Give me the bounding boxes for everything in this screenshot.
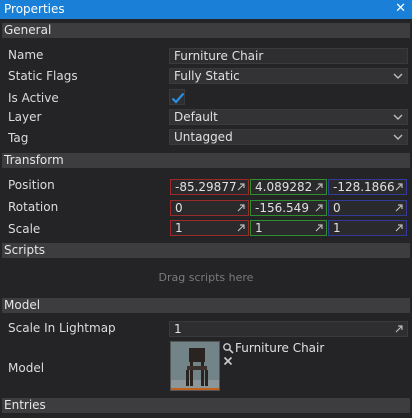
tag-value: Untagged bbox=[174, 130, 233, 144]
name-field[interactable]: Furniture Chair bbox=[169, 48, 408, 64]
static-flags-value: Fully Static bbox=[174, 69, 240, 83]
scale-z-field[interactable]: 1 bbox=[328, 220, 407, 236]
static-flags-label: Static Flags bbox=[8, 69, 78, 83]
scale-x-field[interactable]: 1 bbox=[170, 220, 249, 236]
layer-value: Default bbox=[174, 110, 218, 124]
slide-arrow-icon[interactable] bbox=[394, 182, 404, 192]
slide-arrow-icon[interactable] bbox=[236, 203, 246, 213]
is-active-label: Is Active bbox=[8, 91, 59, 105]
position-y-field[interactable]: 4.089282 bbox=[250, 179, 327, 195]
chevron-down-icon bbox=[393, 114, 403, 120]
slide-arrow-icon[interactable] bbox=[236, 182, 246, 192]
is-active-checkbox[interactable] bbox=[169, 89, 185, 105]
chair-thumbnail-image bbox=[171, 342, 219, 390]
rotation-y-value: -156.549 bbox=[255, 201, 309, 215]
layer-label: Layer bbox=[8, 110, 42, 124]
section-header-entries[interactable]: Entries bbox=[2, 398, 410, 413]
scale-y-value: 1 bbox=[255, 221, 263, 235]
scale-y-field[interactable]: 1 bbox=[250, 220, 327, 236]
scale-in-lightmap-field[interactable]: 1 bbox=[169, 321, 408, 337]
slide-arrow-icon[interactable] bbox=[314, 182, 324, 192]
position-label: Position bbox=[8, 178, 55, 192]
slide-arrow-icon[interactable] bbox=[394, 223, 404, 233]
scale-z-value: 1 bbox=[333, 221, 341, 235]
window-titlebar: Properties ✕ bbox=[0, 0, 412, 19]
slide-arrow-icon[interactable] bbox=[314, 223, 324, 233]
rotation-x-field[interactable]: 0 bbox=[170, 200, 249, 216]
scripts-drop-area[interactable]: Drag scripts here bbox=[0, 271, 412, 284]
position-x-field[interactable]: -85.29877 bbox=[170, 179, 249, 195]
chevron-down-icon bbox=[393, 73, 403, 79]
section-header-general[interactable]: General bbox=[2, 23, 410, 38]
clear-icon[interactable] bbox=[222, 355, 234, 367]
chevron-down-icon bbox=[393, 134, 403, 140]
section-header-transform[interactable]: Transform bbox=[2, 153, 410, 168]
model-asset-name: Furniture Chair bbox=[235, 341, 325, 355]
rotation-y-field[interactable]: -156.549 bbox=[250, 200, 327, 216]
section-header-model[interactable]: Model bbox=[2, 298, 410, 313]
scale-label: Scale bbox=[8, 222, 41, 236]
rotation-z-value: 0 bbox=[333, 201, 341, 215]
rotation-x-value: 0 bbox=[175, 201, 183, 215]
tag-dropdown[interactable]: Untagged bbox=[169, 129, 408, 145]
tag-label: Tag bbox=[8, 131, 29, 145]
static-flags-dropdown[interactable]: Fully Static bbox=[169, 68, 408, 84]
search-icon[interactable] bbox=[222, 342, 234, 354]
position-x-value: -85.29877 bbox=[175, 180, 237, 194]
name-label: Name bbox=[8, 48, 44, 62]
section-header-scripts[interactable]: Scripts bbox=[2, 243, 410, 258]
position-z-value: -128.1866 bbox=[333, 180, 395, 194]
window-title: Properties bbox=[4, 2, 65, 16]
rotation-z-field[interactable]: 0 bbox=[328, 200, 407, 216]
layer-dropdown[interactable]: Default bbox=[169, 109, 408, 125]
checkmark-icon bbox=[171, 92, 185, 104]
position-z-field[interactable]: -128.1866 bbox=[328, 179, 407, 195]
slide-arrow-icon[interactable] bbox=[236, 223, 246, 233]
scale-in-lightmap-value: 1 bbox=[174, 322, 182, 336]
position-y-value: 4.089282 bbox=[255, 180, 313, 194]
slide-arrow-icon[interactable] bbox=[394, 324, 404, 334]
model-thumbnail[interactable] bbox=[170, 341, 220, 391]
rotation-label: Rotation bbox=[8, 200, 59, 214]
model-label: Model bbox=[8, 361, 45, 375]
scale-in-lightmap-label: Scale In Lightmap bbox=[8, 321, 116, 335]
properties-panel: General Name Furniture Chair Static Flag… bbox=[0, 19, 412, 418]
scale-x-value: 1 bbox=[175, 221, 183, 235]
slide-arrow-icon[interactable] bbox=[314, 203, 324, 213]
slide-arrow-icon[interactable] bbox=[394, 203, 404, 213]
close-icon[interactable]: ✕ bbox=[395, 1, 406, 16]
